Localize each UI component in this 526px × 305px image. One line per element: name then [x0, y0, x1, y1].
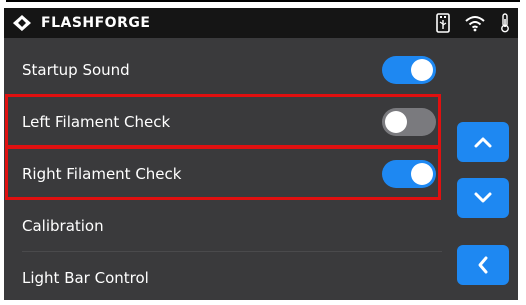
thermometer-icon: [501, 13, 509, 33]
brand-logo: FLASHFORGE: [12, 14, 150, 32]
printer-screen: FLASHFORGE Startup Sound Left Filament C…: [0, 0, 526, 305]
highlight-box-right-filament: [5, 146, 441, 200]
highlight-box-left-filament: [5, 94, 441, 148]
setting-label: Light Bar Control: [22, 269, 149, 287]
flashforge-logo-icon: [13, 15, 31, 31]
chevron-down-icon: [474, 192, 492, 203]
scroll-down-button[interactable]: [457, 178, 509, 218]
setting-label: Startup Sound: [22, 61, 130, 79]
startup-sound-toggle[interactable]: [382, 56, 436, 84]
setting-row-calibration[interactable]: Calibration: [4, 200, 444, 252]
settings-panel: FLASHFORGE Startup Sound Left Filament C…: [4, 8, 518, 300]
setting-row-startup-sound: Startup Sound: [4, 44, 444, 96]
wifi-icon: [465, 16, 485, 32]
scroll-up-button[interactable]: [457, 122, 509, 162]
status-bar: FLASHFORGE: [4, 8, 518, 38]
usb-icon: [436, 13, 450, 33]
back-icon: [478, 256, 488, 274]
chevron-up-icon: [474, 137, 492, 148]
setting-row-light-bar-control[interactable]: Light Bar Control: [4, 252, 444, 300]
back-button[interactable]: [457, 245, 509, 285]
top-border: [6, 0, 520, 2]
brand-name: FLASHFORGE: [41, 15, 151, 31]
toggle-knob: [411, 59, 433, 81]
setting-label: Calibration: [22, 217, 104, 235]
status-icons: [436, 12, 510, 34]
